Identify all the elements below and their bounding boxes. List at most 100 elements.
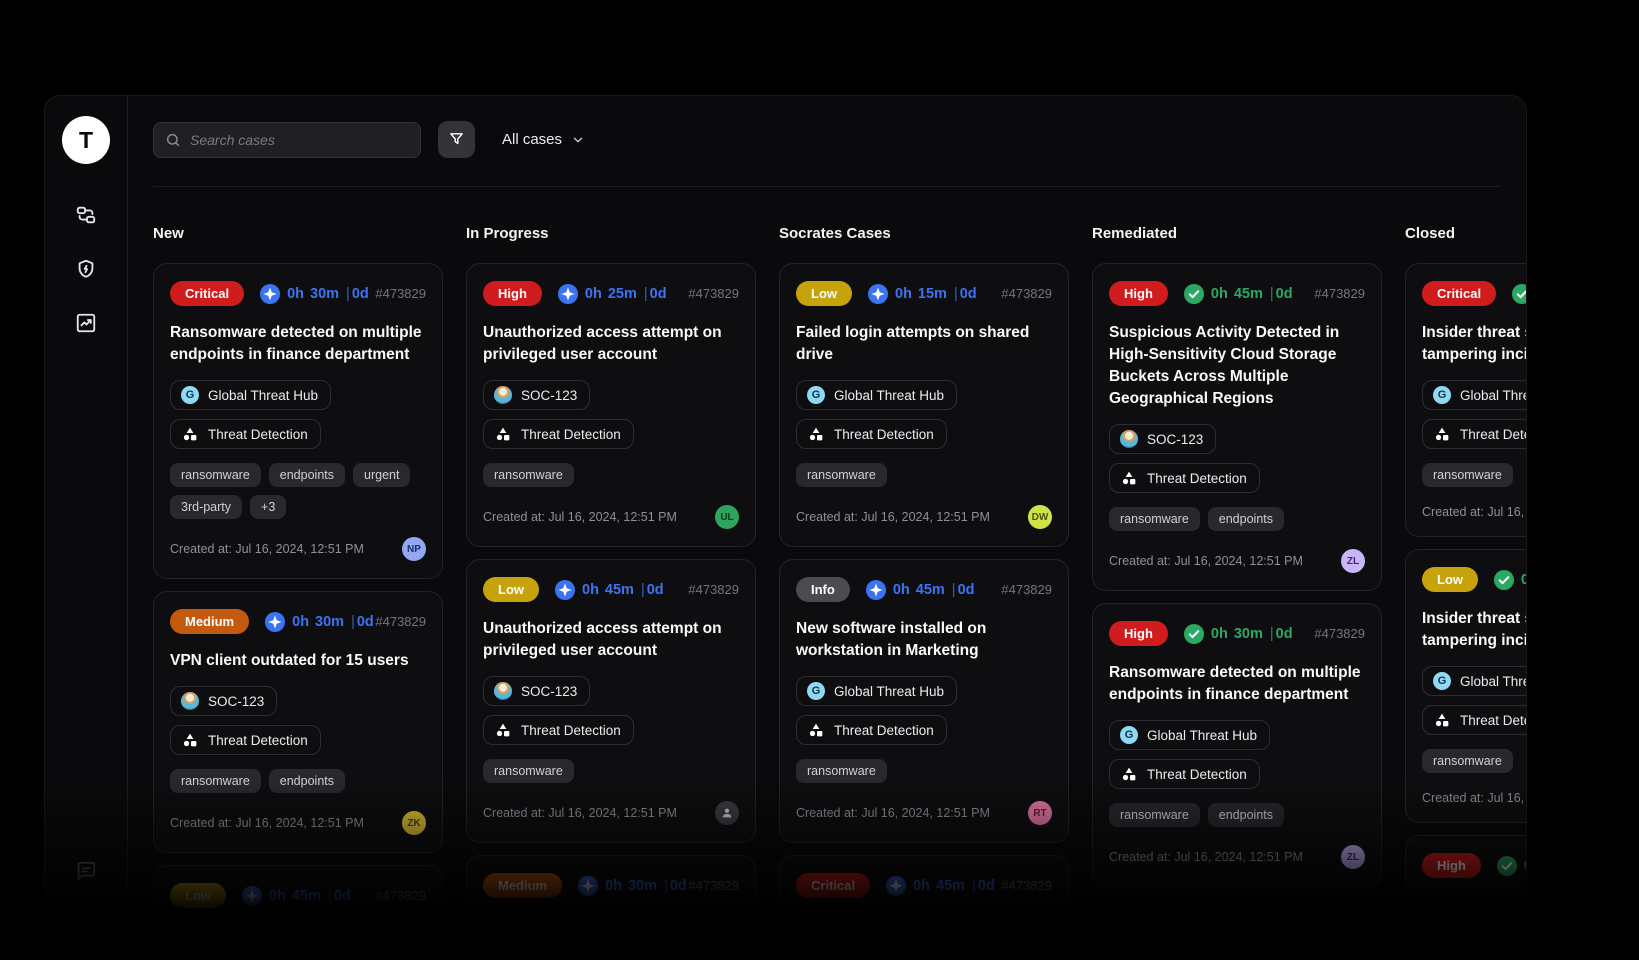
case-card[interactable]: Critical 0h 30m | 0d #473829 Ransomware … [153, 263, 443, 579]
case-id: #473829 [1314, 286, 1365, 301]
time-hours: 0h [1211, 626, 1228, 642]
search-input[interactable] [190, 132, 409, 148]
time-minutes: 30m [628, 878, 657, 894]
case-card[interactable]: Critical 0h 45m | 0d #473829 [779, 855, 1069, 916]
card-header: High 0h 45m | 0d #473829 [1422, 853, 1526, 878]
tag: ransomware [1109, 803, 1200, 827]
time-separator: | [972, 878, 976, 894]
source-chips: G Global Threat Hub Threat Detection [1109, 720, 1365, 789]
source-chip: G Global Threat Hub [796, 676, 957, 706]
time-minutes: 45m [292, 888, 321, 904]
case-id: #473829 [1001, 878, 1052, 893]
tag-list: ransomware [483, 463, 739, 487]
time-hours: 0h [605, 878, 622, 894]
board-column: Socrates Cases Low 0h 15m | 0d #473829 [779, 225, 1069, 916]
case-card[interactable]: Low 0h 45m | 0d #473829 [153, 865, 443, 926]
threat-detection-icon [1433, 425, 1451, 443]
source-chip: SOC-123 [1109, 424, 1216, 454]
cases-filter-dropdown[interactable]: All cases [502, 131, 585, 148]
source-chip: Threat Detection [483, 715, 634, 745]
case-card[interactable]: Critical 0h 45m | 0d #473829 Insider thr… [1405, 263, 1526, 537]
resolved-check-icon [1512, 284, 1526, 304]
assignee-avatar: ZL [1341, 549, 1365, 573]
time-days: 0d [334, 888, 351, 904]
case-card[interactable]: Info 0h 45m | 0d #473829 New software in… [779, 559, 1069, 843]
board: New Critical 0h 30m | 0d #473829 Ransom [153, 225, 1500, 926]
threat-detection-icon [1120, 469, 1138, 487]
global-threat-hub-icon: G [807, 682, 825, 700]
sla-star-icon [555, 580, 575, 600]
card-header: Medium 0h 30m | 0d #473829 [170, 609, 426, 634]
global-threat-hub-icon: G [807, 386, 825, 404]
source-chips: G Global Threat Hub Threat Detection [1422, 380, 1526, 449]
filter-funnel-icon [448, 131, 465, 148]
source-chips: G Global Threat Hub Threat Detection [1422, 666, 1526, 735]
tag: urgent [353, 463, 410, 487]
tag: ransomware [170, 769, 261, 793]
case-card[interactable]: High 0h 45m | 0d #473829 Suspicious Acti… [1092, 263, 1382, 591]
card-header: Medium 0h 30m | 0d #473829 [483, 873, 739, 898]
sla-star-icon [260, 284, 280, 304]
time-minutes: 45m [916, 582, 945, 598]
filter-button[interactable] [438, 121, 475, 158]
case-card[interactable]: High 0h 30m | 0d #473829 Ransomware dete… [1092, 603, 1382, 887]
created-at: Created at: Jul 16, 2024, 12:51 PM [796, 510, 990, 524]
priority-badge: High [1109, 621, 1168, 646]
priority-badge: Medium [170, 609, 249, 634]
source-label: SOC-123 [521, 684, 577, 699]
app-logo[interactable]: T [62, 116, 110, 164]
card-footer: Created at: Jul 16, 2024, 12:51 PM [1422, 505, 1526, 519]
case-card[interactable]: High 0h 45m | 0d #473829 [1405, 835, 1526, 896]
time-days: 0d [352, 286, 369, 302]
source-label: Global Threat Hub [834, 684, 944, 699]
workflow-icon[interactable] [75, 204, 97, 226]
time-days: 0d [958, 582, 975, 598]
case-title: Ransomware detected on multiple endpoint… [170, 322, 426, 366]
time-days: 0d [1276, 626, 1293, 642]
case-card[interactable]: Medium 0h 30m | 0d #473829 VPN client ou… [153, 591, 443, 853]
message-icon[interactable] [75, 860, 97, 882]
tag-list: ransomwareendpointsurgent3rd-party+3 [170, 463, 426, 519]
board-column: Remediated High 0h 45m | 0d #473829 Sus [1092, 225, 1382, 887]
sla-timer: 0h 45m | 0d [886, 876, 995, 896]
case-card[interactable]: Medium 0h 30m | 0d #473829 [466, 855, 756, 916]
column-title: Remediated [1092, 225, 1382, 242]
case-card[interactable]: Low 0h 15m | 0d #473829 Failed login att… [779, 263, 1069, 547]
priority-badge: High [1422, 853, 1481, 878]
source-chip: Threat Detection [1422, 705, 1526, 735]
tag: +3 [250, 495, 286, 519]
tag: ransomware [1422, 749, 1513, 773]
tag: ransomware [796, 759, 887, 783]
time-minutes: 45m [605, 582, 634, 598]
card-header: High 0h 25m | 0d #473829 [483, 281, 739, 306]
chart-icon[interactable] [75, 312, 97, 334]
source-chip: Threat Detection [1109, 463, 1260, 493]
column-title: Closed [1405, 225, 1526, 242]
time-days: 0d [960, 286, 977, 302]
card-footer: Created at: Jul 16, 2024, 12:51 PM ZL [1109, 845, 1365, 869]
case-card[interactable]: High 0h 25m | 0d #473829 Unauthorized ac… [466, 263, 756, 547]
source-label: SOC-123 [1147, 432, 1203, 447]
card-list: Critical 0h 30m | 0d #473829 Ransomware … [153, 263, 443, 926]
source-chips: SOC-123 Threat Detection [483, 676, 739, 745]
source-label: Global Threat Hub [1460, 674, 1526, 689]
time-separator: | [1270, 286, 1274, 302]
priority-badge: High [1109, 281, 1168, 306]
case-card[interactable]: Low 0h 45m | 0d #473829 Insider threat s… [1405, 549, 1526, 823]
sla-timer: 0h 45m | 0d [1512, 284, 1526, 304]
tag: ransomware [483, 463, 574, 487]
search-box [153, 122, 421, 158]
shield-icon[interactable] [75, 258, 97, 280]
global-threat-hub-icon: G [1433, 672, 1451, 690]
threat-detection-icon [181, 731, 199, 749]
tag-list: ransomwareendpoints [1109, 507, 1365, 531]
case-title: Unauthorized access attempt on privilege… [483, 322, 739, 366]
source-label: Threat Detection [521, 427, 621, 442]
priority-badge: Low [796, 281, 852, 306]
source-chip: SOC-123 [483, 380, 590, 410]
case-card[interactable]: Low 0h 45m | 0d #473829 Unauthorized acc… [466, 559, 756, 843]
source-chip: Threat Detection [796, 715, 947, 745]
tag: ransomware [1422, 463, 1513, 487]
case-title: Suspicious Activity Detected in High-Sen… [1109, 322, 1365, 410]
source-chip: SOC-123 [170, 686, 277, 716]
